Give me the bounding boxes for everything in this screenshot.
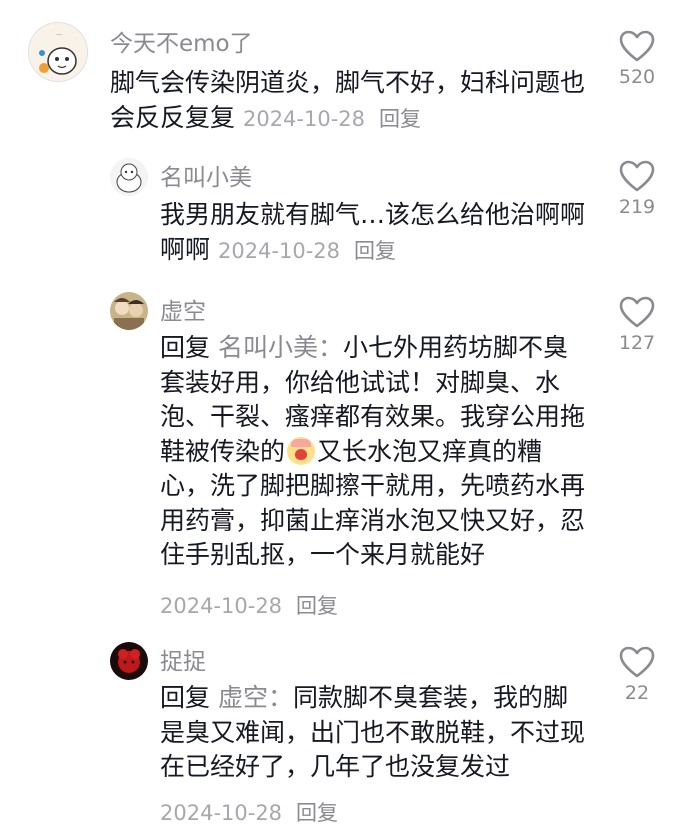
avatar[interactable] [110, 158, 148, 196]
reply-prefix: 回复 [160, 333, 211, 362]
reply-button[interactable]: 回复 [379, 107, 421, 131]
comment-meta: 2024-10-28 回复 [218, 239, 396, 263]
reply-item: 虚空 回复 名叫小美：小七外用药坊脚不臭套装好用，你给他试试！对脚臭、水泡、干裂… [0, 280, 690, 630]
reply-item: 名叫小美 我男朋友就有脚气…该怎么给他治啊啊啊啊 2024-10-28 回复 21… [0, 140, 690, 280]
reply-item: 捉捉 回复 虚空：同款脚不臭套装，我的脚是臭又难闻，出门也不敢脱鞋，不过现在已经… [0, 630, 690, 836]
crying-face-emoji [287, 436, 316, 465]
like-button[interactable]: 520 [612, 30, 662, 88]
heart-outline-icon [619, 30, 655, 62]
comment-date: 2024-10-28 [242, 106, 366, 131]
comment-username[interactable]: 虚空 [160, 292, 206, 326]
comment-text-block: 脚气会传染阴道炎，脚气不好，妇科问题也会反反复复 2024-10-28 回复 [110, 66, 590, 136]
avatar[interactable]: ··· [28, 22, 88, 82]
comment-meta: 2024-10-28 回复 [243, 107, 421, 131]
reply-button[interactable]: 回复 [354, 239, 396, 263]
like-button[interactable]: 22 [612, 646, 662, 704]
avatar[interactable] [110, 642, 148, 680]
comment-username[interactable]: 今天不emo了 [110, 24, 253, 58]
reply-target-username[interactable]: 名叫小美： [218, 333, 343, 362]
reply-button[interactable]: 回复 [296, 594, 338, 618]
comment-date: 2024-10-28 [217, 238, 341, 263]
heart-outline-icon [619, 646, 655, 678]
like-count: 520 [618, 66, 656, 88]
like-button[interactable]: 127 [612, 296, 662, 354]
comment-text-block: 回复 虚空：同款脚不臭套装，我的脚是臭又难闻，出门也不敢脱鞋，不过现在已经好了，… [160, 681, 592, 785]
avatar[interactable] [110, 292, 148, 330]
comment-date: 2024-10-28 [160, 801, 283, 825]
comment-username[interactable]: 名叫小美 [160, 158, 252, 192]
comment-username[interactable]: 捉捉 [160, 642, 206, 676]
like-count: 219 [618, 196, 656, 218]
comment-meta: 2024-10-28 回复 [160, 590, 338, 620]
comment-text-block: 回复 名叫小美：小七外用药坊脚不臭套装好用，你给他试试！对脚臭、水泡、干裂、瘙痒… [160, 331, 592, 573]
comment-text-block: 我男朋友就有脚气…该怎么给他治啊啊啊啊 2024-10-28 回复 [160, 198, 585, 268]
reply-button[interactable]: 回复 [296, 801, 338, 825]
reply-target-username[interactable]: 虚空： [218, 683, 293, 712]
comment-item: ··· 今天不emo了 脚气会传染阴道炎，脚气不好，妇科问题也会反反复复 202… [0, 0, 690, 140]
heart-outline-icon [619, 296, 655, 328]
svg-text:···: ··· [56, 32, 62, 39]
comment-date: 2024-10-28 [160, 594, 283, 618]
comment-meta: 2024-10-28 回复 [160, 797, 338, 827]
like-count: 127 [618, 332, 656, 354]
like-count: 22 [624, 682, 650, 704]
like-button[interactable]: 219 [612, 160, 662, 218]
reply-prefix: 回复 [160, 683, 211, 712]
heart-outline-icon [619, 160, 655, 192]
